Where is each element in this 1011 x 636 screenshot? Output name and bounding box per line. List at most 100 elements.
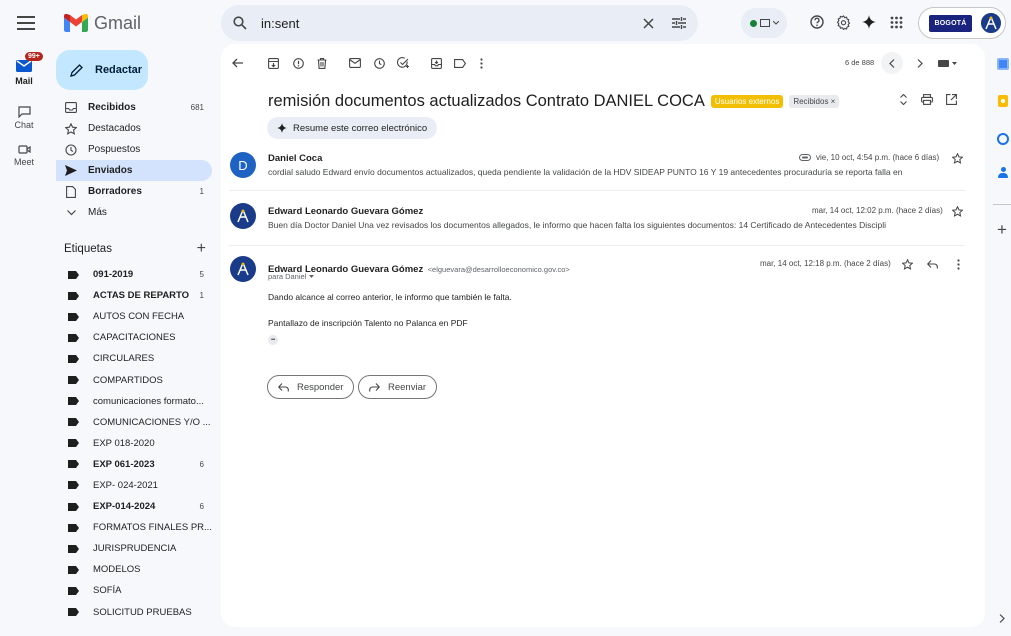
account-switcher[interactable]: BOGOTÁ xyxy=(918,7,1006,39)
snooze-clock-icon[interactable] xyxy=(372,56,386,70)
nav-item-inbox[interactable]: Recibidos 681 xyxy=(56,97,212,118)
label-count: 6 xyxy=(199,459,204,469)
open-new-window-icon[interactable] xyxy=(944,92,958,106)
report-spam-icon[interactable] xyxy=(291,56,305,70)
print-icon[interactable] xyxy=(920,92,934,106)
apps-grid-icon[interactable] xyxy=(887,13,905,31)
nav-label: Recibidos xyxy=(88,102,136,113)
folder-nav: Recibidos 681 Destacados Pospuestos Envi… xyxy=(56,97,212,223)
nav-item-drafts[interactable]: Borradores 1 xyxy=(56,181,212,202)
mail-icon xyxy=(16,60,32,72)
label-item[interactable]: ACTAS DE REPARTO 1 xyxy=(56,285,212,306)
compose-button[interactable]: Redactar xyxy=(56,50,148,90)
message-snippet: Buen día Doctor Daniel Una vez revisados… xyxy=(268,220,887,230)
avatar[interactable] xyxy=(230,203,256,229)
show-trimmed-content-button[interactable]: ••• xyxy=(268,335,278,345)
nav-item-more[interactable]: Más xyxy=(56,202,212,223)
label-item[interactable]: SOLICITUD PRUEBAS xyxy=(56,602,212,623)
label-item[interactable]: EXP-014-2024 6 xyxy=(56,496,212,517)
older-chevron-icon[interactable] xyxy=(909,52,931,74)
rail-chat[interactable]: Chat xyxy=(0,106,48,130)
star-icon[interactable] xyxy=(902,259,913,270)
calendar-addon-icon[interactable] xyxy=(997,58,1009,70)
active-status-dot xyxy=(749,19,757,27)
star-icon[interactable] xyxy=(952,206,963,217)
keep-addon-icon[interactable] xyxy=(998,95,1008,107)
nav-item-snoozed[interactable]: Pospuestos xyxy=(56,139,212,160)
settings-gear-icon[interactable] xyxy=(834,13,852,31)
label-name: FORMATOS FINALES PR... xyxy=(93,522,212,534)
label-item[interactable]: CIRCULARES xyxy=(56,348,212,369)
nav-item-sent[interactable]: Enviados xyxy=(56,160,212,181)
label-item[interactable]: SOFÍA xyxy=(56,580,212,601)
label-item[interactable]: COMUNICACIONES Y/O ... xyxy=(56,412,212,433)
message-date: mar, 14 oct, 12:02 p.m. (hace 2 días) xyxy=(812,206,943,215)
tasks-addon-icon[interactable] xyxy=(997,133,1009,145)
gmail-logo[interactable]: Gmail xyxy=(64,10,141,36)
label-tag-icon[interactable] xyxy=(453,56,467,70)
get-addons-icon[interactable]: + xyxy=(997,221,1007,238)
search-icon[interactable] xyxy=(233,16,247,30)
status-indicator[interactable] xyxy=(741,8,787,38)
back-arrow-icon[interactable] xyxy=(231,56,245,70)
label-item[interactable]: EXP 061-2023 6 xyxy=(56,454,212,475)
avatar[interactable] xyxy=(230,256,256,282)
input-tools-icon[interactable] xyxy=(935,56,959,70)
help-icon[interactable] xyxy=(808,13,826,31)
nav-label: Pospuestos xyxy=(88,144,141,155)
app-name: Gmail xyxy=(94,12,142,33)
mark-unread-icon[interactable] xyxy=(348,56,362,70)
label-item[interactable]: FORMATOS FINALES PR... xyxy=(56,517,212,538)
delete-icon[interactable] xyxy=(315,56,329,70)
search-options-icon[interactable] xyxy=(672,17,686,29)
label-name: comunicaciones formato... xyxy=(93,395,204,407)
label-item[interactable]: AUTOS CON FECHA xyxy=(56,306,212,327)
add-to-tasks-icon[interactable] xyxy=(396,56,410,70)
label-item[interactable]: MODELOS xyxy=(56,559,212,580)
add-label-icon[interactable]: + xyxy=(197,241,206,257)
summarize-label: Resume este correo electrónico xyxy=(293,122,428,134)
newer-chevron-icon[interactable] xyxy=(881,52,903,74)
forward-button[interactable]: Reenviar xyxy=(358,375,438,399)
inbox-label-chip[interactable]: Recibidos × xyxy=(789,95,840,108)
star-icon xyxy=(64,122,78,135)
more-vert-icon[interactable] xyxy=(957,259,960,270)
more-vert-icon[interactable] xyxy=(476,56,486,70)
expand-all-icon[interactable] xyxy=(896,92,910,106)
search-bar[interactable]: in:sent xyxy=(221,5,698,41)
collapsed-message[interactable]: Edward Leonardo Guevara Gómez Buen día D… xyxy=(221,199,985,241)
chat-icon xyxy=(17,106,31,118)
search-input[interactable]: in:sent xyxy=(261,16,643,31)
contacts-addon-icon[interactable] xyxy=(998,167,1008,179)
recipients-text: para Daniel xyxy=(268,272,307,281)
label-item[interactable]: COMPARTIDOS xyxy=(56,369,212,390)
label-tag-icon xyxy=(68,502,81,511)
summarize-email-button[interactable]: Resume este correo electrónico xyxy=(267,117,438,139)
label-item[interactable]: JURISPRUDENCIA xyxy=(56,538,212,559)
label-count: 5 xyxy=(199,270,204,280)
avatar[interactable] xyxy=(979,11,1003,35)
label-name: COMPARTIDOS xyxy=(93,374,163,386)
label-item[interactable]: 091-2019 5 xyxy=(56,264,212,285)
collapsed-message[interactable]: D Daniel Coca cordial saludo Edward enví… xyxy=(221,146,985,188)
reply-icon[interactable] xyxy=(927,260,938,269)
label-item[interactable]: CAPACITACIONES xyxy=(56,327,212,348)
show-side-panel-chevron-icon[interactable] xyxy=(999,614,1005,623)
label-item[interactable]: EXP 018-2020 xyxy=(56,433,212,454)
clear-search-icon[interactable] xyxy=(643,17,654,29)
star-icon[interactable] xyxy=(952,153,963,164)
rail-mail[interactable]: 99+ Mail xyxy=(0,52,48,86)
rail-meet[interactable]: Meet xyxy=(0,144,48,167)
avatar[interactable]: D xyxy=(230,152,256,178)
main-menu-icon[interactable] xyxy=(14,11,38,35)
move-to-icon[interactable] xyxy=(429,56,443,70)
label-item[interactable]: comunicaciones formato... xyxy=(56,391,212,412)
recipients-toggle[interactable]: para Daniel xyxy=(268,272,315,281)
label-item[interactable]: EXP- 024-2021 xyxy=(56,475,212,496)
archive-icon[interactable] xyxy=(266,56,280,70)
reply-button[interactable]: Responder xyxy=(267,375,355,399)
gemini-sparkle-icon[interactable] xyxy=(860,13,878,31)
gemini-sparkle-icon xyxy=(277,123,287,133)
nav-item-starred[interactable]: Destacados xyxy=(56,118,212,139)
thread-subject: remisión documentos actualizados Contrat… xyxy=(268,92,840,111)
